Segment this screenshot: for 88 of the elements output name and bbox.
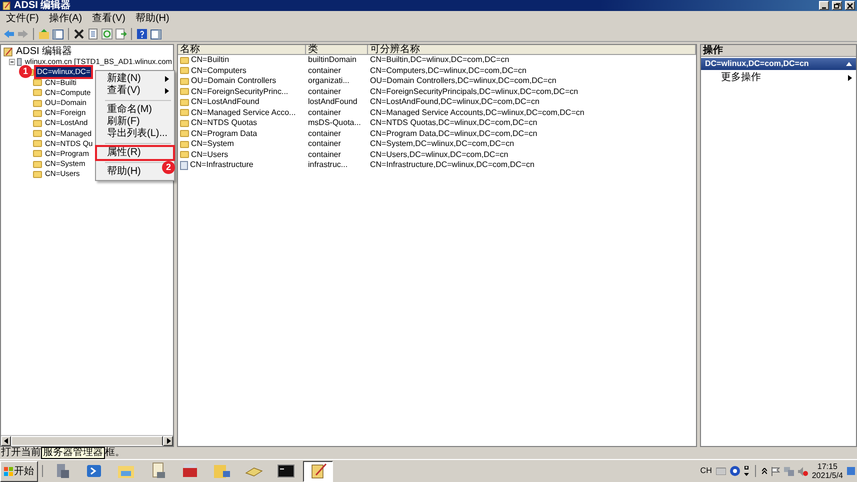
annotation-badge: 1: [19, 65, 32, 78]
table-cell: CN=Users: [191, 150, 228, 160]
start-button[interactable]: 开始: [0, 460, 38, 482]
table-cell: CN=NTDS Quotas: [191, 118, 258, 128]
scroll-right-button[interactable]: [163, 436, 173, 446]
table-cell: CN=Program Data: [191, 128, 258, 139]
properties-icon[interactable]: [87, 28, 99, 40]
menu-item[interactable]: 新建(N): [97, 73, 173, 85]
table-cell: builtinDomain: [308, 55, 356, 66]
chevron-up-icon[interactable]: [762, 468, 767, 474]
column-header[interactable]: 类: [306, 45, 368, 54]
menu-item[interactable]: 帮助(H): [97, 166, 145, 178]
action-section-header[interactable]: DC=wlinux,DC=com,DC=cn: [701, 58, 856, 70]
table-cell: container: [308, 128, 341, 139]
clock-date[interactable]: 2021/5/4: [812, 471, 843, 480]
table-cell: OU=Domain Controllers,DC=wlinux,DC=com,DC=cn: [370, 76, 556, 86]
notepad-icon: [3, 47, 13, 58]
clock-time[interactable]: 17:15: [812, 462, 843, 471]
tree-item[interactable]: ADSI 编辑器: [15, 47, 74, 58]
language-indicator[interactable]: CH: [700, 465, 712, 477]
right-arrow-icon: [166, 438, 170, 444]
windows-logo-icon: [4, 466, 13, 476]
delete-icon[interactable]: [73, 28, 85, 40]
table-cell: organizati...: [308, 76, 350, 86]
table-cell: container: [308, 108, 341, 118]
table-cell: CN=Builtin: [191, 55, 230, 66]
back-icon[interactable]: [3, 28, 15, 40]
toolbox-icon: [181, 462, 199, 480]
pane-icon[interactable]: [52, 28, 64, 40]
scroll-thumb[interactable]: [11, 436, 163, 446]
table-cell: CN=Managed Service Acco...: [191, 108, 296, 118]
collapse-icon[interactable]: [846, 62, 852, 66]
menu-item[interactable]: 查看(V): [97, 85, 173, 97]
notepad-icon: [2, 1, 11, 10]
scroll-left-button[interactable]: [1, 436, 11, 446]
table-cell: CN=Builtin,DC=wlinux,DC=com,DC=cn: [370, 55, 510, 66]
menu-item[interactable]: 属性(R): [97, 147, 173, 159]
menu-item[interactable]: 文件(F): [4, 12, 41, 24]
menu-item[interactable]: 重命名(M): [97, 104, 156, 116]
refresh-icon[interactable]: [101, 28, 113, 40]
menu-item[interactable]: 刷新(F): [97, 116, 144, 128]
close-icon: [846, 2, 854, 10]
table-cell: CN=Users,DC=wlinux,DC=com,DC=cn: [370, 150, 508, 160]
table-cell: container: [308, 66, 341, 76]
object-icon: [180, 160, 188, 170]
status-text: 打开当前: [1, 447, 41, 459]
export-icon[interactable]: [115, 28, 127, 40]
table-cell: OU=Domain Controllers: [191, 76, 276, 86]
table-cell: infrastruc...: [308, 160, 348, 170]
table-cell: CN=System: [191, 139, 234, 150]
table-cell: CN=Computers: [191, 66, 246, 76]
action-item[interactable]: 更多操作: [701, 70, 856, 84]
pane-title: 操作: [701, 45, 856, 57]
restore-button[interactable]: [832, 1, 842, 10]
table-cell: CN=NTDS Quotas,DC=wlinux,DC=com,DC=cn: [370, 118, 538, 128]
pane-icon[interactable]: [150, 28, 162, 40]
menu-item[interactable]: 帮助(H): [133, 12, 172, 24]
table-cell: lostAndFound: [308, 97, 358, 108]
close-button[interactable]: [845, 1, 855, 10]
flag-icon[interactable]: [770, 466, 780, 476]
taskbar-button[interactable]: [303, 460, 333, 482]
table-cell: CN=Infrastructure: [190, 160, 254, 170]
volume-muted-icon[interactable]: [798, 466, 808, 476]
table-cell: container: [308, 86, 341, 97]
submenu-arrow-icon: [848, 75, 852, 81]
table-cell: CN=LostAndFound,DC=wlinux,DC=com,DC=cn: [370, 97, 540, 108]
table-cell: CN=System,DC=wlinux,DC=com,DC=cn: [370, 139, 514, 150]
minimize-button[interactable]: [819, 1, 829, 10]
table-cell: CN=ForeignSecurityPrinc...: [191, 86, 288, 97]
table-cell: CN=Program Data,DC=wlinux,DC=com,DC=cn: [370, 128, 538, 139]
table-cell: CN=LostAndFound: [191, 97, 260, 108]
menu-item[interactable]: 查看(V): [90, 12, 128, 24]
annotation-badge: 2: [162, 161, 175, 174]
status-text: 框。: [105, 447, 125, 459]
table-cell: CN=Managed Service Accounts,DC=wlinux,DC=com,DC=cn: [370, 108, 584, 118]
table-cell: CN=Computers,DC=wlinux,DC=com,DC=cn: [370, 66, 526, 76]
menu-item[interactable]: 导出列表(L)...: [97, 128, 172, 140]
folder-icon: [213, 462, 231, 480]
left-arrow-icon: [4, 438, 8, 444]
table-cell: CN=ForeignSecurityPrincipals,DC=wlinux,DC=com,DC=cn: [370, 86, 578, 97]
table-cell: msDS-Quota...: [308, 118, 361, 128]
table-cell: CN=Infrastructure,DC=wlinux,DC=com,DC=cn: [370, 160, 534, 170]
menu-item[interactable]: 操作(A): [46, 12, 84, 24]
notepad-icon: [309, 462, 327, 480]
collapse-icon[interactable]: [9, 58, 16, 66]
table-cell: container: [308, 150, 341, 160]
restore-icon: [833, 2, 841, 10]
table-cell: container: [308, 139, 341, 150]
